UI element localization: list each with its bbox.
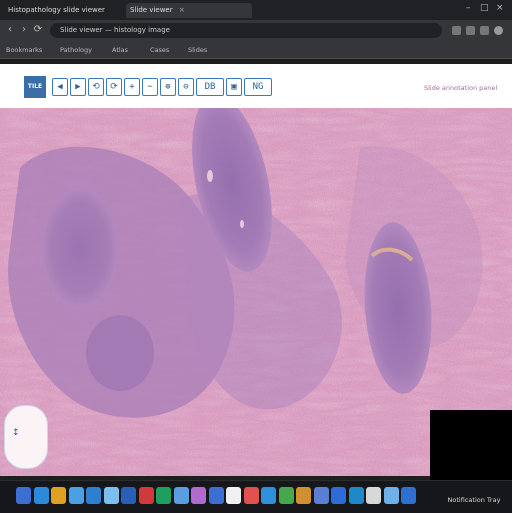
extension-icon[interactable] (452, 26, 461, 35)
back-icon[interactable]: ‹ (4, 24, 16, 36)
maximize-icon[interactable]: □ (480, 3, 489, 13)
minimize-icon[interactable]: – (466, 3, 471, 13)
overview-navigator[interactable] (4, 405, 48, 469)
taskbar-app-icon[interactable] (278, 487, 294, 504)
profile-icon[interactable] (494, 26, 503, 35)
taskbar-app-icon[interactable] (68, 487, 84, 504)
taskbar-app-icon[interactable] (86, 487, 101, 504)
toolbar-button-wide[interactable]: DB (196, 78, 224, 96)
taskbar-app-icon[interactable] (138, 487, 154, 504)
toolbar-button[interactable]: ⟳ (106, 78, 122, 96)
forward-icon[interactable]: › (18, 24, 30, 36)
taskbar-app-icon[interactable] (121, 487, 136, 504)
taskbar-app-icon[interactable] (33, 487, 49, 504)
taskbar-app-icon[interactable] (173, 487, 189, 504)
toolbar-button[interactable]: ◀ (52, 78, 68, 96)
taskbar-app-icon[interactable] (383, 487, 399, 504)
toolbar-button[interactable]: − (142, 78, 158, 96)
taskbar-app-icon[interactable] (156, 487, 171, 504)
address-input[interactable]: Slide viewer — histology image (50, 23, 442, 38)
navigator-marker-icon: ↕ (12, 428, 20, 438)
toolbar-button[interactable]: ▣ (226, 78, 242, 96)
reload-icon[interactable]: ⟳ (32, 24, 44, 36)
taskbar-app-icon[interactable] (296, 487, 311, 504)
taskbar-app-icon[interactable] (366, 487, 381, 504)
toolbar-button[interactable]: ⟲ (88, 78, 104, 96)
taskbar-app-icon[interactable] (243, 487, 259, 504)
bookmark-item[interactable]: Pathology (60, 45, 92, 55)
tab-blank[interactable] (202, 3, 246, 18)
extension-icon[interactable] (480, 26, 489, 35)
taskbar-app-icon[interactable] (226, 487, 241, 504)
taskbar-app-icon[interactable] (313, 487, 329, 504)
toolbar-button-wide[interactable]: NG (244, 78, 272, 96)
toolbar-button[interactable]: ⊖ (178, 78, 194, 96)
address-bar-row: ‹ › ⟳ Slide viewer — histology image (0, 20, 512, 42)
bookmark-item[interactable]: Atlas (112, 45, 128, 55)
tab-label: Slide viewer (130, 6, 173, 14)
tab-label: Histopathology slide viewer (8, 6, 105, 14)
bookmarks-bar: Bookmarks Pathology Atlas Cases Slides (0, 42, 512, 59)
taskbar-app-icon[interactable] (208, 487, 224, 504)
taskbar-app-icon[interactable] (401, 487, 416, 504)
browser-tab-bar: Histopathology slide viewer Slide viewer… (0, 0, 512, 20)
taskbar-app-icon[interactable] (191, 487, 206, 504)
toolbar-button[interactable]: ▶ (70, 78, 86, 96)
system-tray-text: Notification Tray (447, 496, 501, 504)
toolbar-button[interactable]: ⊕ (160, 78, 176, 96)
toolbar-button[interactable]: + (124, 78, 140, 96)
taskbar-app-icon[interactable] (16, 487, 31, 504)
close-icon[interactable]: × (179, 6, 185, 14)
taskbar-app-icon[interactable] (331, 487, 346, 504)
extension-icon[interactable] (466, 26, 475, 35)
taskbar-app-icon[interactable] (261, 487, 276, 504)
close-window-icon[interactable]: × (496, 3, 504, 13)
viewer-logo: TILE (24, 76, 46, 98)
bookmark-item[interactable]: Bookmarks (6, 45, 42, 55)
taskbar-app-icon[interactable] (51, 487, 66, 504)
bookmark-item[interactable]: Cases (150, 45, 169, 55)
taskbar-app-icon[interactable] (348, 487, 364, 504)
tab-histopathology[interactable]: Histopathology slide viewer (4, 3, 108, 18)
taskbar-app-icon[interactable] (103, 487, 119, 504)
viewer-info-text: Slide annotation panel (424, 84, 498, 92)
bookmark-item[interactable]: Slides (188, 45, 207, 55)
blank-panel (430, 410, 512, 480)
